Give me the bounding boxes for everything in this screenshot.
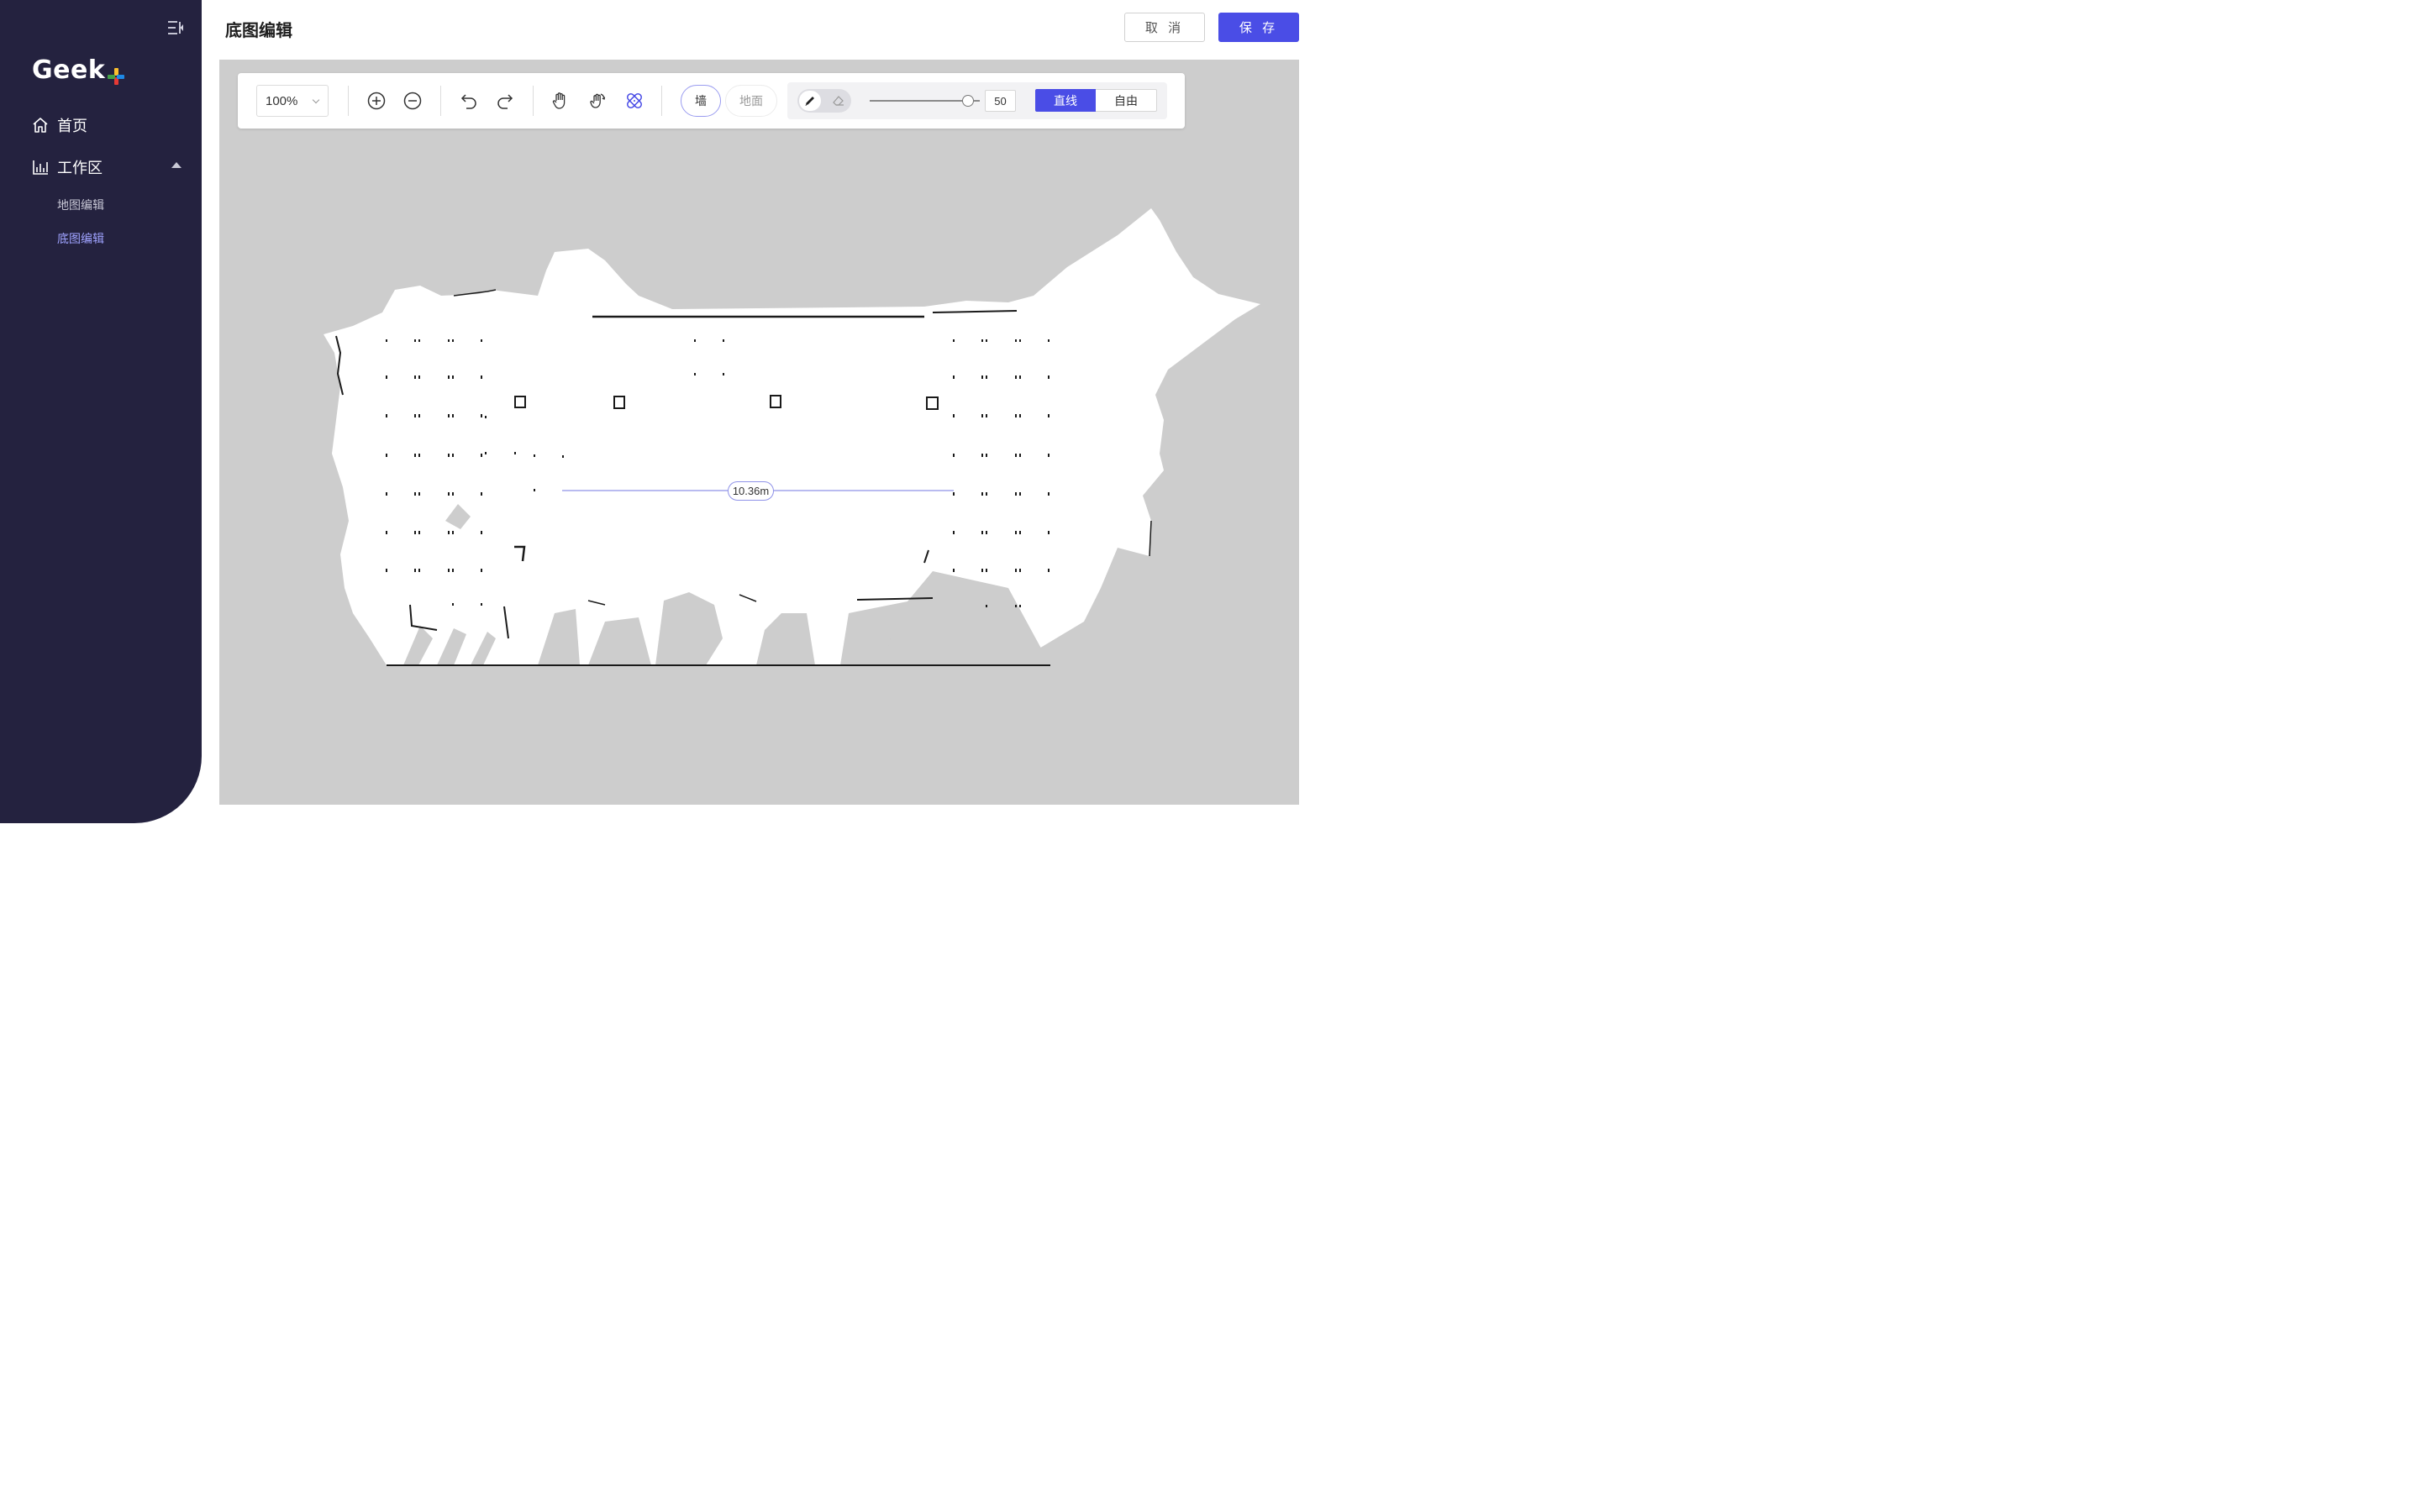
nav-home[interactable]: 首页 [32, 114, 87, 136]
caret-up-icon[interactable] [171, 162, 182, 168]
free-space-region [324, 208, 1260, 665]
eraser-icon[interactable] [828, 91, 850, 111]
chevron-down-icon [312, 96, 320, 104]
page-title: 底图编辑 [225, 22, 292, 40]
nav-workspace[interactable]: 工作区 [32, 156, 182, 178]
zoom-select[interactable]: 100% [256, 85, 329, 117]
redo-icon[interactable] [495, 91, 515, 111]
brush-size-track-tail [973, 100, 980, 102]
hand-rotate-icon[interactable] [587, 91, 608, 111]
collapse-sidebar-icon[interactable] [166, 18, 185, 37]
zoom-out-icon[interactable] [402, 91, 423, 111]
zoom-in-icon[interactable] [366, 91, 387, 111]
nav-workspace-label: 工作区 [57, 160, 103, 176]
layer-wall-button[interactable]: 墙 [681, 85, 721, 117]
chart-icon [33, 160, 48, 175]
brush-size-input[interactable]: 50 [985, 90, 1016, 112]
home-icon [33, 118, 48, 133]
map-canvas[interactable] [219, 60, 1299, 805]
divider [440, 86, 441, 116]
sidebar: Geek 首页 工作区 地图编辑 底图编辑 [0, 0, 202, 823]
divider [348, 86, 349, 116]
hand-pan-icon[interactable] [550, 91, 571, 111]
app-root: Geek 首页 工作区 地图编辑 底图编辑 底图编辑 取 消 保 存 10.36… [0, 0, 1318, 823]
sub-item-map-edit[interactable]: 地图编辑 [57, 197, 104, 213]
line-mode-button[interactable]: 直线 [1035, 89, 1096, 112]
logo-text: Geek [32, 55, 106, 85]
measurement-label: 10.36m [728, 481, 774, 501]
logo-plus-icon [107, 63, 125, 85]
bandage-edit-icon[interactable] [624, 91, 644, 111]
occupancy-map [324, 208, 1260, 666]
zoom-value: 100% [266, 93, 298, 108]
layer-floor-button[interactable]: 地面 [725, 85, 777, 117]
pen-icon[interactable] [799, 91, 821, 111]
sub-item-basemap-edit[interactable]: 底图编辑 [57, 230, 104, 247]
brush-panel: 50 直线 自由 [787, 82, 1167, 119]
save-button[interactable]: 保 存 [1218, 13, 1299, 42]
divider [533, 86, 534, 116]
nav-home-label: 首页 [57, 118, 87, 134]
draw-tool-toggle [797, 89, 851, 113]
editor-toolbar: 100% 墙 地面 50 直线 自由 [238, 73, 1185, 129]
undo-icon[interactable] [459, 91, 479, 111]
free-mode-button[interactable]: 自由 [1096, 89, 1157, 112]
logo: Geek [32, 55, 125, 85]
cancel-button[interactable]: 取 消 [1124, 13, 1205, 42]
divider [661, 86, 662, 116]
brush-size-slider-handle[interactable] [962, 95, 974, 107]
